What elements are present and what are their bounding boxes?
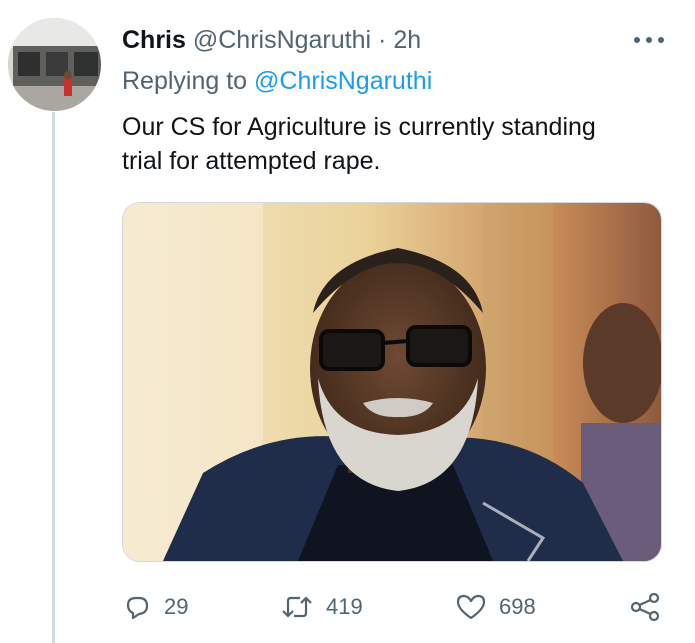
avatar[interactable]: [8, 18, 101, 111]
tweet-text-line: trial for attempted rape.: [122, 147, 381, 175]
share-icon: [630, 592, 660, 622]
photo-icon: [123, 203, 661, 561]
avatar-image: [8, 18, 101, 111]
like-count: 698: [499, 594, 536, 619]
like-button[interactable]: 698: [455, 588, 536, 626]
more-horizontal-icon: [634, 37, 664, 43]
tweet-time[interactable]: 2h: [393, 26, 421, 54]
more-options-button[interactable]: [629, 30, 669, 50]
retweet-count: 419: [326, 594, 363, 619]
reply-button[interactable]: 29: [122, 588, 188, 626]
tweet-header: Chris @ChrisNgaruthi · 2h: [122, 25, 421, 55]
retweet-icon: [282, 596, 312, 618]
replying-to: Replying to @ChrisNgaruthi: [122, 66, 432, 96]
replying-prefix: Replying to: [122, 67, 248, 95]
author-handle[interactable]: @ChrisNgaruthi: [193, 26, 371, 54]
tweet-actions: 29 419 698: [122, 588, 667, 626]
reply-icon: [126, 596, 149, 620]
tweet-text: Our CS for Agriculture is currently stan…: [122, 110, 682, 178]
replying-to-mention[interactable]: @ChrisNgaruthi: [254, 67, 432, 95]
reply-count: 29: [164, 594, 189, 619]
separator: ·: [378, 26, 387, 54]
author-name[interactable]: Chris: [122, 26, 186, 54]
like-icon: [456, 594, 486, 620]
tweet-photo[interactable]: [122, 202, 662, 562]
retweet-button[interactable]: 419: [280, 588, 363, 626]
share-button[interactable]: [628, 588, 662, 626]
tweet-text-line: Our CS for Agriculture is currently stan…: [122, 113, 596, 141]
thread-line: [52, 112, 55, 643]
